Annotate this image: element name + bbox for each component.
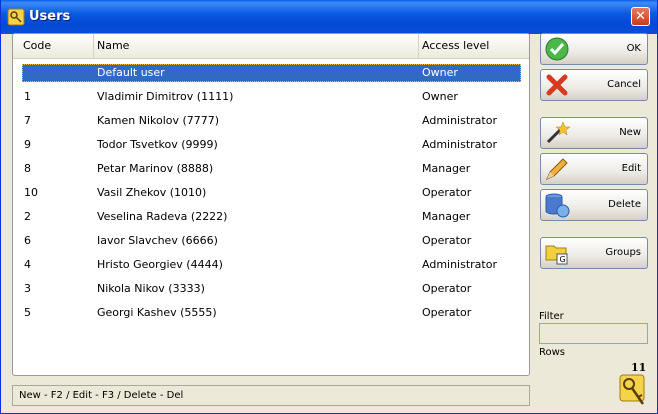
rows-label: Rows (539, 347, 566, 358)
new-button-label: New (619, 127, 641, 138)
users-table[interactable]: Code Name Access level Default user Owner… (12, 33, 530, 376)
cell-code: 10 (24, 186, 38, 199)
edit-button[interactable]: Edit (540, 153, 648, 185)
cell-access-level: Operator (422, 234, 472, 247)
table-row[interactable]: 6 Iavor Slavchev (6666) Operator (13, 229, 529, 253)
app-logo-icon (619, 374, 645, 405)
cell-access-level: Administrator (422, 258, 497, 271)
shortcut-hint: New - F2 / Edit - F3 / Delete - Del (19, 390, 184, 401)
cell-name: Todor Tsvetkov (9999) (97, 138, 218, 151)
column-header-name[interactable]: Name (94, 34, 419, 58)
cell-name: Nikola Nikov (3333) (97, 282, 205, 295)
x-mark-icon (546, 74, 568, 96)
table-row[interactable]: Default user Owner (13, 61, 529, 85)
table-row[interactable]: 4 Hristo Georgiev (4444) Administrator (13, 253, 529, 277)
app-keys-icon (7, 8, 25, 26)
cell-name: Vasil Zhekov (1010) (97, 186, 207, 199)
folder-g-icon: G (545, 245, 568, 265)
cancel-button[interactable]: Cancel (540, 69, 648, 101)
column-header-code[interactable]: Code (13, 34, 94, 58)
table-row[interactable]: 8 Petar Marinov (8888) Manager (13, 157, 529, 181)
cell-code: 8 (24, 162, 31, 175)
edit-button-label: Edit (621, 163, 641, 174)
magic-wand-icon (546, 121, 570, 144)
cell-code: 7 (24, 114, 31, 127)
cell-name: Default user (97, 66, 165, 79)
title-bar[interactable]: Users ✕ (1, 0, 657, 34)
cell-code: 2 (24, 210, 31, 223)
cell-code: 9 (24, 138, 31, 151)
svg-text:G: G (560, 255, 566, 264)
pencil-icon (546, 158, 568, 180)
cancel-button-label: Cancel (607, 79, 641, 90)
cell-name: Hristo Georgiev (4444) (97, 258, 223, 271)
cell-access-level: Operator (422, 186, 472, 199)
ok-button-label: OK (626, 43, 641, 54)
window-title: Users (29, 9, 71, 24)
checkmark-icon (545, 37, 569, 61)
new-button[interactable]: New (540, 117, 648, 149)
users-dialog: Users ✕ Code Name Access level Default u… (0, 0, 658, 414)
cell-access-level: Owner (422, 66, 458, 79)
table-header: Code Name Access level (13, 34, 529, 59)
close-button[interactable]: ✕ (631, 7, 650, 26)
filter-input[interactable] (539, 323, 648, 344)
cell-name: Kamen Nikolov (7777) (97, 114, 220, 127)
cell-access-level: Manager (422, 210, 471, 223)
table-row[interactable]: 10 Vasil Zhekov (1010) Operator (13, 181, 529, 205)
table-row[interactable]: 2 Veselina Radeva (2222) Manager (13, 205, 529, 229)
cell-name: Veselina Radeva (2222) (97, 210, 228, 223)
cell-access-level: Operator (422, 282, 472, 295)
ok-button[interactable]: OK (540, 33, 648, 65)
table-row[interactable]: 7 Kamen Nikolov (7777) Administrator (13, 109, 529, 133)
cell-name: Vladimir Dimitrov (1111) (97, 90, 234, 103)
delete-button-label: Delete (608, 199, 641, 210)
groups-button[interactable]: G Groups (540, 237, 648, 269)
column-header-access-level[interactable]: Access level (419, 34, 529, 58)
cell-code: 3 (24, 282, 31, 295)
table-row[interactable]: 9 Todor Tsvetkov (9999) Administrator (13, 133, 529, 157)
cell-access-level: Operator (422, 306, 472, 319)
table-row[interactable]: 5 Georgi Kashev (5555) Operator (13, 301, 529, 325)
filter-label: Filter (539, 311, 564, 322)
cell-access-level: Administrator (422, 114, 497, 127)
cell-name: Petar Marinov (8888) (97, 162, 214, 175)
status-bar: New - F2 / Edit - F3 / Delete - Del (12, 385, 530, 406)
cell-code: 1 (24, 90, 31, 103)
groups-button-label: Groups (605, 247, 641, 258)
cell-name: Iavor Slavchev (6666) (97, 234, 218, 247)
table-row[interactable]: 1 Vladimir Dimitrov (1111) Owner (13, 85, 529, 109)
cell-access-level: Owner (422, 90, 458, 103)
table-row[interactable]: 3 Nikola Nikov (3333) Operator (13, 277, 529, 301)
cell-name: Georgi Kashev (5555) (97, 306, 217, 319)
cell-access-level: Administrator (422, 138, 497, 151)
cell-code: 6 (24, 234, 31, 247)
cell-access-level: Manager (422, 162, 471, 175)
delete-button[interactable]: Delete (540, 189, 648, 221)
cell-code: 5 (24, 306, 31, 319)
database-delete-icon (545, 193, 570, 218)
cell-code: 4 (24, 258, 31, 271)
